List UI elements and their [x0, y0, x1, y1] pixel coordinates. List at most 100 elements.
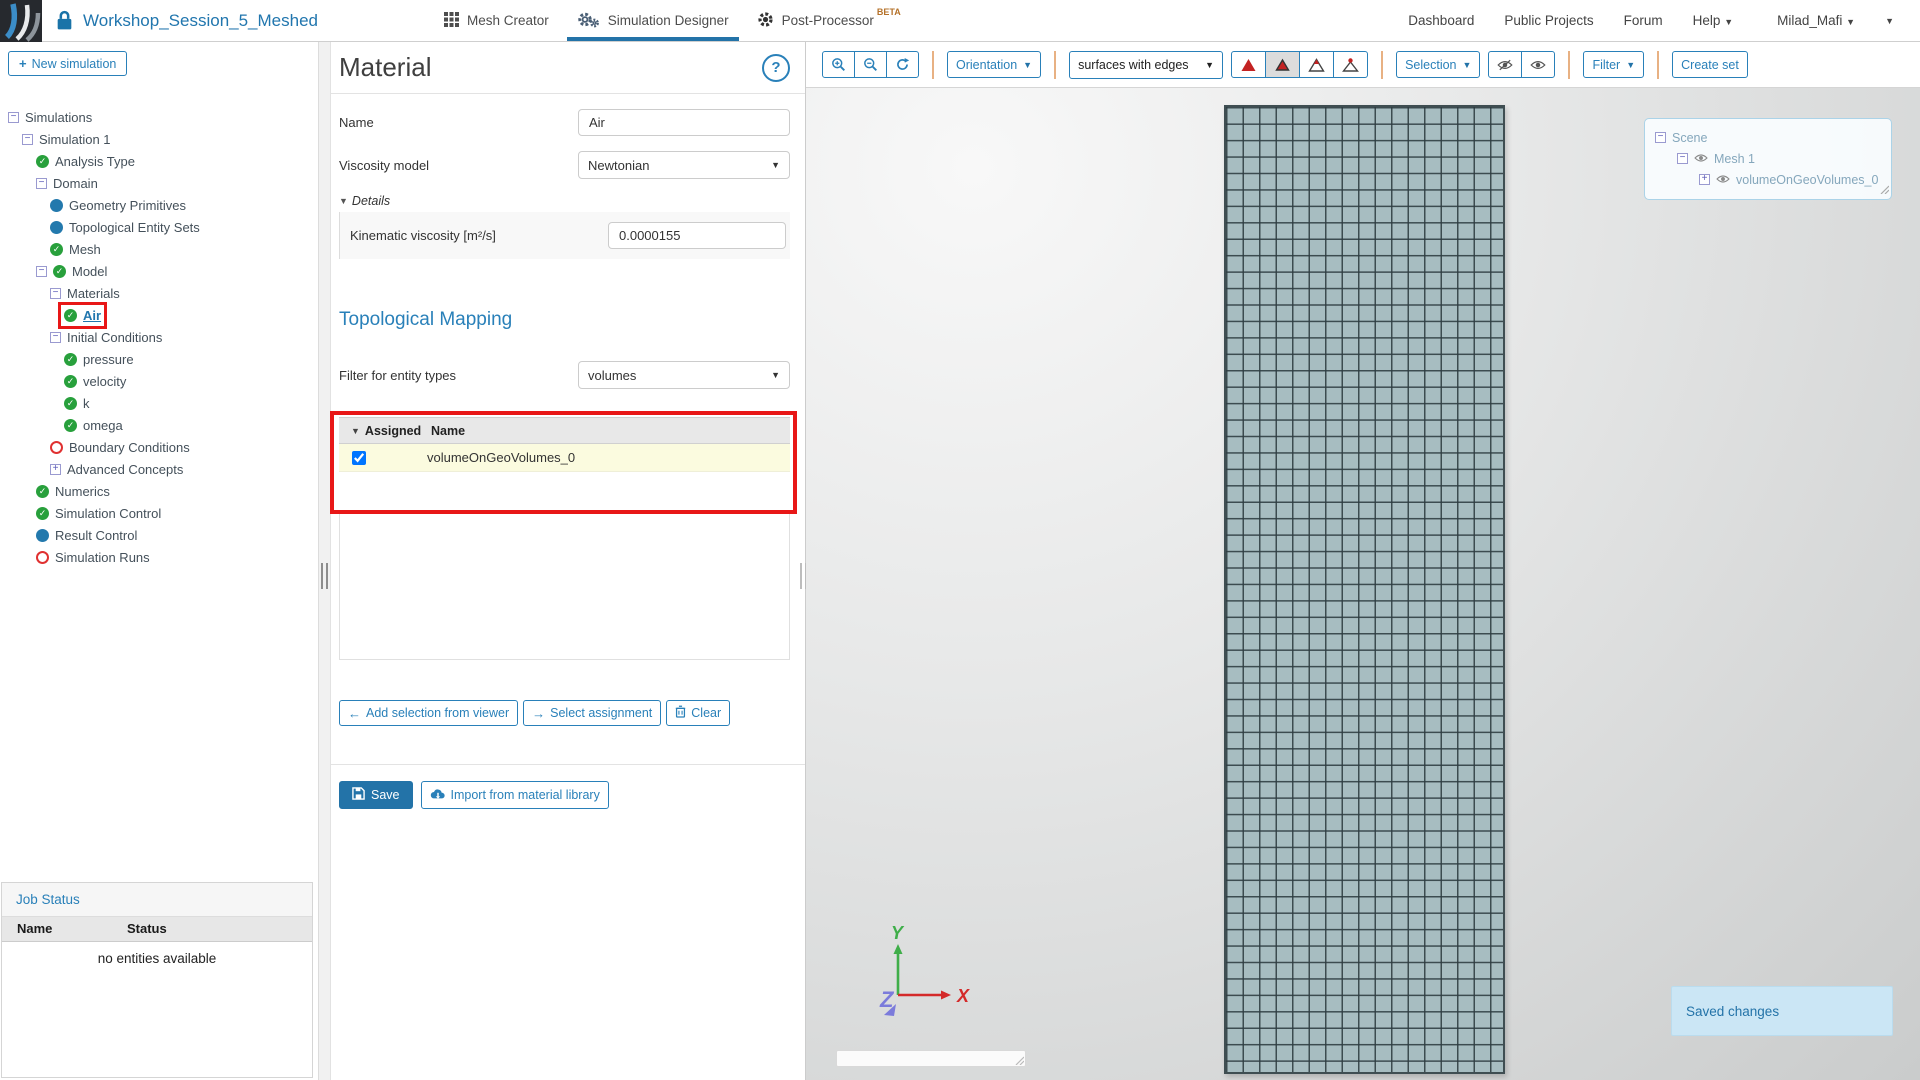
toolbar-separator [932, 50, 934, 79]
render-mode-select[interactable]: surfaces with edges ▼ [1069, 50, 1224, 79]
window-caret-down-icon[interactable]: ▼ [1885, 16, 1894, 26]
tree-item-pressure[interactable]: ✓ pressure [0, 348, 318, 370]
tree-item-numerics[interactable]: ✓ Numerics [0, 480, 318, 502]
status-complete-icon: ✓ [36, 154, 49, 168]
tree-item-simulation-1[interactable]: − Simulation 1 [0, 128, 318, 150]
mesh-view-solid-button[interactable] [1231, 51, 1267, 78]
select-assignment-button[interactable]: → Select assignment [523, 700, 662, 726]
filter-dropdown[interactable]: Filter ▼ [1583, 51, 1645, 78]
panel-splitter[interactable] [319, 42, 331, 1080]
triangle-wireframe-icon [1308, 57, 1325, 72]
refresh-view-button[interactable] [886, 51, 919, 78]
tree-item-k[interactable]: ✓ k [0, 392, 318, 414]
save-button[interactable]: Save [339, 781, 413, 809]
eye-icon[interactable] [1716, 173, 1730, 187]
tree-item-topological-entity-sets[interactable]: Topological Entity Sets [0, 216, 318, 238]
material-name-input[interactable] [578, 109, 790, 136]
top-nav: Dashboard Public Projects Forum Help ▼ M… [1378, 13, 1920, 28]
selection-dropdown[interactable]: Selection ▼ [1396, 51, 1481, 78]
viscosity-row: Viscosity model Newtonian ▼ [339, 151, 790, 179]
tree-collapse-icon[interactable]: − [50, 287, 61, 299]
clear-button[interactable]: Clear [666, 700, 731, 726]
assignment-table: ▼ Assigned Name volumeOnGeoVolumes_0 [330, 411, 797, 514]
orientation-dropdown[interactable]: Orientation ▼ [947, 51, 1042, 78]
mesh-view-points-button[interactable] [1333, 51, 1369, 78]
details-toggle[interactable]: ▼ Details [339, 194, 790, 208]
tree-item-domain[interactable]: − Domain [0, 172, 318, 194]
tree-item-mesh[interactable]: ✓ Mesh [0, 238, 318, 260]
tree-item-result-control[interactable]: Result Control [0, 524, 318, 546]
simscale-logo-icon[interactable] [0, 0, 42, 42]
tree-item-velocity[interactable]: ✓ velocity [0, 370, 318, 392]
tree-expand-icon[interactable]: + [1699, 174, 1710, 185]
scene-tree-item-volume[interactable]: + volumeOnGeoVolumes_0 [1655, 169, 1891, 190]
tree-collapse-icon[interactable]: − [22, 133, 33, 145]
tab-mesh-creator[interactable]: Mesh Creator [430, 0, 563, 41]
viewport-scrollbar[interactable] [836, 1050, 1026, 1067]
tab-post-processor[interactable]: Post-Processor BETA [743, 0, 915, 41]
tree-expand-icon[interactable]: + [50, 463, 61, 475]
nav-dashboard[interactable]: Dashboard [1408, 13, 1474, 28]
eye-icon[interactable] [1694, 152, 1708, 166]
tree-item-air[interactable]: ✓ Air [0, 301, 318, 329]
kinematic-viscosity-input[interactable] [608, 222, 786, 249]
tree-collapse-icon[interactable]: − [1677, 153, 1688, 164]
mesh-view-wireframe-button[interactable] [1299, 51, 1335, 78]
nav-help[interactable]: Help ▼ [1693, 13, 1733, 28]
scene-tree-item-scene[interactable]: − Scene [1655, 127, 1891, 148]
add-selection-button[interactable]: ← Add selection from viewer [339, 700, 519, 726]
app-tabs: Mesh Creator Simulation Designer Post-Pr… [430, 0, 915, 41]
assigned-column-header[interactable]: ▼ Assigned [339, 424, 431, 438]
tree-item-geometry-primitives[interactable]: Geometry Primitives [0, 194, 318, 216]
tree-item-label: Air [83, 307, 102, 323]
triangle-points-icon [1342, 57, 1360, 72]
floppy-icon [352, 787, 365, 803]
mesh-volume[interactable] [1224, 105, 1505, 1074]
help-button[interactable]: ? [762, 54, 790, 82]
name-column-header[interactable]: Name [431, 424, 465, 438]
nav-forum[interactable]: Forum [1624, 13, 1663, 28]
tree-collapse-icon[interactable]: − [36, 177, 47, 189]
tree-item-model[interactable]: − ✓ Model [0, 260, 318, 282]
tree-collapse-icon[interactable]: − [8, 111, 19, 123]
splitter-handle[interactable] [321, 563, 328, 589]
tree-item-advanced-concepts[interactable]: + Advanced Concepts [0, 458, 318, 480]
tree-collapse-icon[interactable]: − [36, 265, 47, 277]
tree-item-simulations[interactable]: − Simulations [0, 106, 318, 128]
show-selection-button[interactable] [1521, 51, 1556, 78]
tree-item-label: Initial Conditions [67, 329, 163, 345]
viewport-canvas[interactable]: − Scene − Mesh 1 + volumeOnGeoVolumes_0 … [806, 88, 1920, 1080]
status-complete-icon: ✓ [64, 396, 77, 410]
nav-public-projects[interactable]: Public Projects [1504, 13, 1593, 28]
tree-collapse-icon[interactable]: − [50, 331, 61, 343]
mesh-view-outlined-button[interactable] [1265, 51, 1301, 78]
tree-item-simulation-runs[interactable]: Simulation Runs [0, 546, 318, 568]
tree-item-boundary-conditions[interactable]: Boundary Conditions [0, 436, 318, 458]
resize-grip-icon [1015, 1056, 1024, 1065]
tree-item-analysis-type[interactable]: ✓ Analysis Type [0, 150, 318, 172]
zoom-in-button[interactable] [822, 51, 855, 78]
tree-item-label: Advanced Concepts [67, 461, 184, 477]
tree-item-initial-conditions[interactable]: − Initial Conditions [0, 326, 318, 348]
tree-item-simulation-control[interactable]: ✓ Simulation Control [0, 502, 318, 524]
viscosity-model-select[interactable]: Newtonian ▼ [578, 151, 790, 179]
assigned-checkbox[interactable] [352, 450, 366, 465]
entity-type-select[interactable]: volumes ▼ [578, 361, 790, 389]
assignment-row[interactable]: volumeOnGeoVolumes_0 [339, 444, 790, 472]
tree-item-label: omega [83, 417, 123, 433]
resize-grip-icon[interactable] [1879, 183, 1890, 197]
tree-item-materials[interactable]: − Materials [0, 282, 318, 304]
status-info-icon [50, 220, 63, 234]
scene-tree-item-mesh-1[interactable]: − Mesh 1 [1655, 148, 1891, 169]
tab-simulation-designer[interactable]: Simulation Designer [563, 0, 743, 41]
arrow-right-icon: → [532, 705, 546, 721]
tree-collapse-icon[interactable]: − [1655, 132, 1666, 143]
zoom-out-button[interactable] [854, 51, 887, 78]
create-set-button[interactable]: Create set [1672, 51, 1748, 78]
user-menu[interactable]: Milad_Mafi ▼ [1777, 13, 1855, 28]
top-bar: Workshop_Session_5_Meshed Mesh Creator S… [0, 0, 1920, 42]
tree-item-omega[interactable]: ✓ omega [0, 414, 318, 436]
hide-selection-button[interactable] [1488, 51, 1523, 78]
import-material-library-button[interactable]: Import from material library [420, 781, 609, 809]
new-simulation-button[interactable]: + New simulation [8, 51, 128, 76]
